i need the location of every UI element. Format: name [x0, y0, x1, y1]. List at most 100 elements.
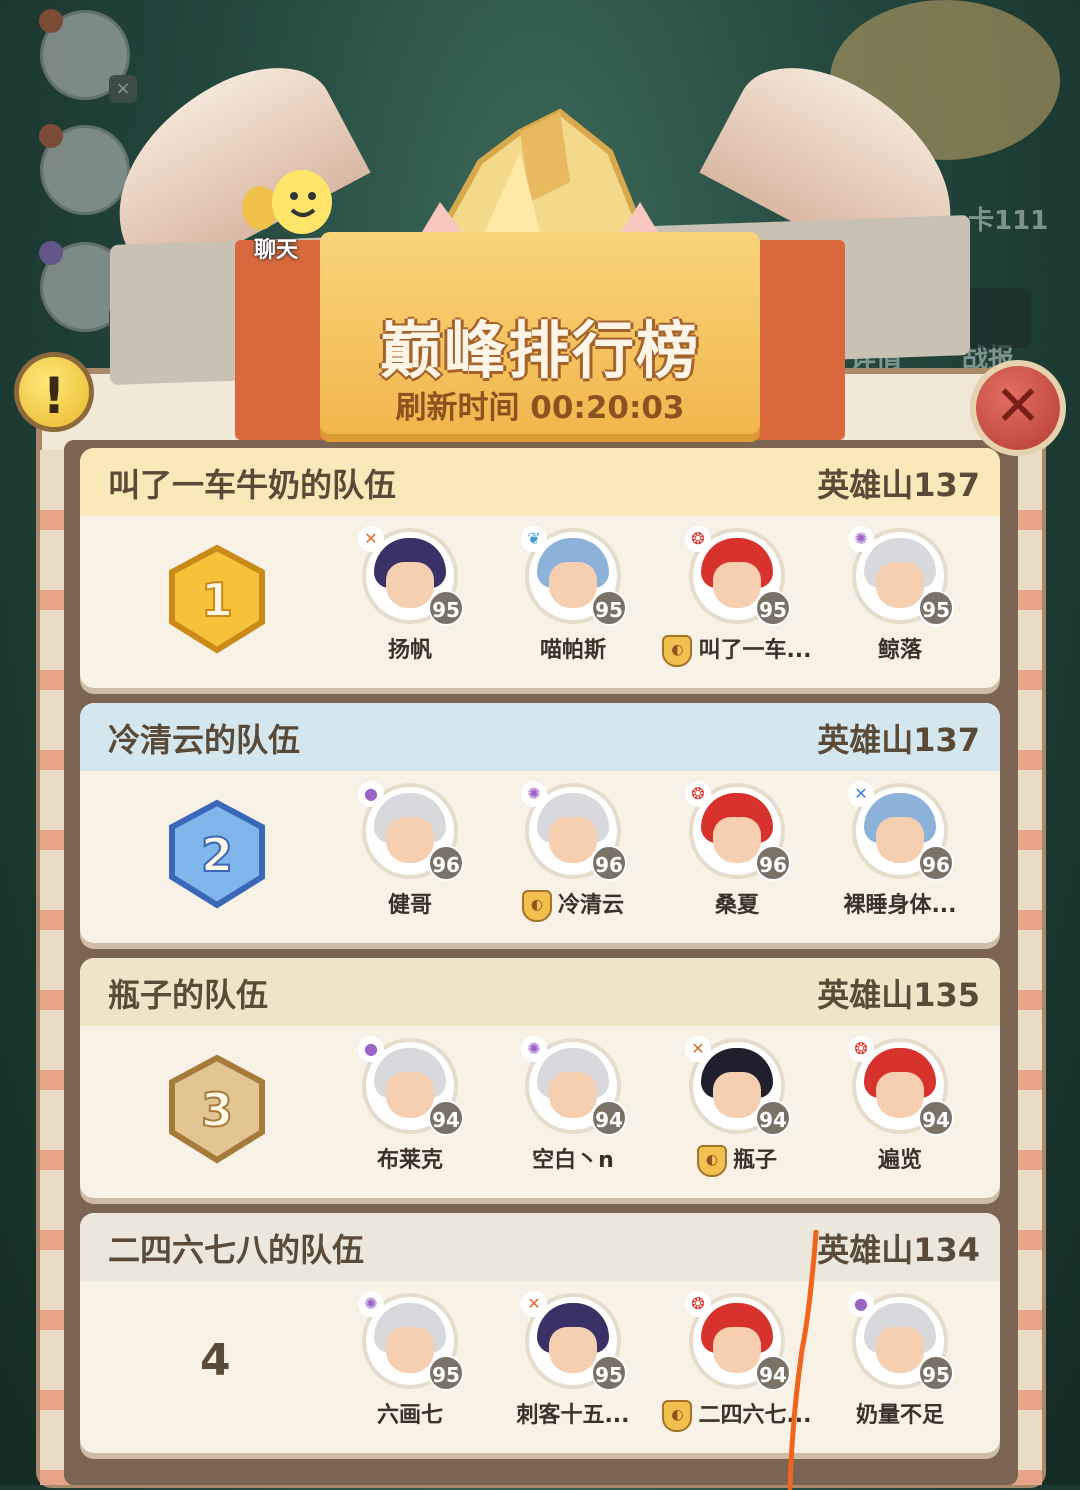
leaf-icon: ❦	[521, 526, 547, 552]
member-name: 遍览	[877, 1148, 922, 1173]
swirl-icon: ✺	[521, 781, 547, 807]
member-name-row: 桑夏	[662, 887, 812, 919]
rank-number: 4	[200, 1335, 231, 1386]
team-member[interactable]: ✕ 96 裸睡身体...	[825, 781, 975, 919]
flame-icon: ❂	[685, 1291, 711, 1317]
side-avatar-2[interactable]	[39, 124, 130, 215]
avatar[interactable]: ✕ 95	[358, 526, 464, 626]
avatar[interactable]: ✕ 95	[521, 1291, 627, 1391]
avatar-face	[876, 562, 924, 608]
avatar-face	[876, 817, 924, 863]
team-member[interactable]: ✕ 94 ◐ 瓶子	[662, 1036, 812, 1177]
avatar[interactable]: ● 94	[358, 1036, 464, 1136]
side-avatar-1[interactable]: ×	[39, 9, 137, 103]
avatar-face	[876, 1327, 924, 1373]
avatar-face	[876, 1072, 924, 1118]
team-member[interactable]: ● 94 布莱克	[335, 1036, 485, 1174]
leader-shield-icon: ◐	[696, 1145, 727, 1177]
team-name: 二四六七八的队伍	[108, 1231, 365, 1269]
team-name: 冷清云的队伍	[108, 721, 301, 759]
member-name: 奶量不足	[855, 1403, 944, 1428]
crossbow-icon: ✕	[521, 1291, 547, 1317]
member-name-row: ◐ 瓶子	[662, 1142, 812, 1177]
team-card-header: 叫了一车牛奶的队伍 英雄山137	[80, 448, 1000, 516]
close-icon[interactable]: ×	[109, 75, 137, 103]
team-card-header: 瓶子的队伍 英雄山135	[80, 958, 1000, 1026]
team-card-header: 冷清云的队伍 英雄山137	[80, 703, 1000, 771]
level-badge: 96	[428, 845, 464, 881]
team-member[interactable]: ❂ 95 ◐ 叫了一车...	[662, 526, 812, 667]
chat-label[interactable]: 聊天	[254, 232, 298, 264]
team-score: 英雄山137	[817, 466, 980, 504]
avatar[interactable]: ✕ 96	[848, 781, 954, 881]
flame-icon: ❂	[685, 781, 711, 807]
member-name-row: 奶量不足	[825, 1397, 975, 1429]
flame-icon: ❂	[685, 526, 711, 552]
avatar[interactable]: ❂ 94	[685, 1291, 791, 1391]
team-member[interactable]: ● 95 奶量不足	[825, 1291, 975, 1429]
team-card[interactable]: 二四六七八的队伍 英雄山134 4 ✺ 95 六画七 ✕ 95 刺客十五... ❂ 94 ◐ 二四六七.…	[80, 1213, 1000, 1453]
avatar-face	[549, 1327, 597, 1373]
orb-icon: ●	[358, 1036, 384, 1062]
member-name-row: 健哥	[335, 887, 485, 919]
peak-mountain-icon	[410, 108, 670, 252]
team-member[interactable]: ✺ 94 空白丶n	[498, 1036, 648, 1174]
team-score: 英雄山137	[817, 721, 980, 759]
avatar-face	[386, 1327, 434, 1373]
avatar[interactable]: ✺ 96	[521, 781, 627, 881]
level-badge: 96	[591, 845, 627, 881]
rank-number: 1	[201, 573, 233, 627]
background-text: 卡111	[968, 206, 1049, 236]
team-member[interactable]: ❦ 95 喵帕斯	[498, 526, 648, 664]
avatar[interactable]: ❂ 95	[685, 526, 791, 626]
avatar[interactable]: ❦ 95	[521, 526, 627, 626]
team-member[interactable]: ✺ 95 鲸落	[825, 526, 975, 664]
close-button[interactable]: ✕	[970, 360, 1066, 456]
avatar-face	[713, 1327, 761, 1373]
level-badge: 95	[755, 590, 791, 626]
avatar[interactable]: ✕ 94	[685, 1036, 791, 1136]
team-card[interactable]: 冷清云的队伍 英雄山137 2 ● 96 健哥 ✺ 96 ◐ 冷清云 ❂ 96 桑夏 ✕ 96 裸睡身体...	[80, 703, 1000, 943]
team-member[interactable]: ❂ 96 桑夏	[662, 781, 812, 919]
avatar[interactable]: ✺ 95	[848, 526, 954, 626]
refresh-timer: 刷新时间 00:20:03	[395, 390, 685, 426]
member-name-row: 布莱克	[335, 1142, 485, 1174]
avatar[interactable]: ✺ 94	[521, 1036, 627, 1136]
avatar-face	[713, 1072, 761, 1118]
team-member[interactable]: ✺ 95 六画七	[335, 1291, 485, 1429]
team-card[interactable]: 瓶子的队伍 英雄山135 3 ● 94 布莱克 ✺ 94 空白丶n ✕ 94 ◐ 瓶子 ❂ 94 遍览	[80, 958, 1000, 1198]
member-name: 裸睡身体...	[843, 893, 957, 918]
team-member[interactable]: ❂ 94 遍览	[825, 1036, 975, 1174]
member-name-row: 裸睡身体...	[825, 887, 975, 919]
member-name-row: ◐ 叫了一车...	[662, 632, 812, 667]
member-name: 布莱克	[376, 1148, 443, 1173]
member-name-row: 遍览	[825, 1142, 975, 1174]
team-member[interactable]: ✕ 95 扬帆	[335, 526, 485, 664]
team-name: 叫了一车牛奶的队伍	[108, 466, 397, 504]
level-badge: 94	[755, 1100, 791, 1136]
page-title: 巅峰排行榜	[379, 314, 700, 387]
member-name: 桑夏	[714, 893, 759, 918]
member-name: 叫了一车...	[698, 638, 812, 663]
avatar[interactable]: ● 95	[848, 1291, 954, 1391]
swirl-icon: ✺	[358, 1291, 384, 1317]
team-member[interactable]: ✺ 96 ◐ 冷清云	[498, 781, 648, 922]
rank-number: 3	[201, 1083, 233, 1137]
crossbow-icon: ✕	[358, 526, 384, 552]
team-name: 瓶子的队伍	[108, 976, 269, 1014]
member-name: 瓶子	[732, 1148, 777, 1173]
avatar-face	[386, 562, 434, 608]
crossbow-icon: ✕	[685, 1036, 711, 1062]
avatar[interactable]: ✺ 95	[358, 1291, 464, 1391]
avatar[interactable]: ❂ 94	[848, 1036, 954, 1136]
level-badge: 95	[428, 590, 464, 626]
team-card[interactable]: 叫了一车牛奶的队伍 英雄山137 1 ✕ 95 扬帆 ❦ 95 喵帕斯 ❂ 95 ◐ 叫了一车... ✺ 9…	[80, 448, 1000, 688]
team-member[interactable]: ✕ 95 刺客十五...	[498, 1291, 648, 1429]
swirl-icon: ✺	[848, 526, 874, 552]
team-member[interactable]: ● 96 健哥	[335, 781, 485, 919]
help-button[interactable]: !	[14, 352, 94, 432]
avatar[interactable]: ❂ 96	[685, 781, 791, 881]
member-name: 冷清云	[557, 893, 624, 918]
avatar[interactable]: ● 96	[358, 781, 464, 881]
member-name: 鲸落	[877, 638, 922, 663]
